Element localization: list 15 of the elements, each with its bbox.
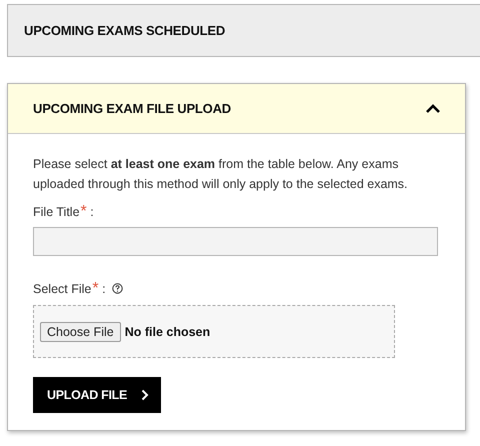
choose-file-button[interactable]: Choose File xyxy=(40,322,121,342)
upload-file-button[interactable]: UPLOAD FILE xyxy=(33,377,162,413)
card-header[interactable]: UPCOMING EXAM FILE UPLOAD xyxy=(8,84,465,134)
field-label: Select File* : xyxy=(33,280,440,298)
file-status: No file chosen xyxy=(124,324,210,338)
chevron-up-icon[interactable] xyxy=(425,103,441,114)
exams-scheduled-panel[interactable]: UPCOMING EXAMS SCHEDULED xyxy=(7,4,480,57)
field-label: File Title* : xyxy=(33,203,95,221)
chevron-right-icon xyxy=(141,389,150,401)
file-title-field[interactable] xyxy=(33,227,438,256)
instructions-text: Please select at least one exam from the table below. Any exams uploaded through this method will only apply to the selected exams. xyxy=(33,156,409,193)
panel-title: UPCOMING EXAMS SCHEDULED xyxy=(24,23,226,38)
help-icon[interactable] xyxy=(112,283,123,294)
card-title: UPCOMING EXAM FILE UPLOAD xyxy=(33,101,231,116)
file-drop-zone[interactable]: Choose File No file chosen xyxy=(33,305,395,358)
